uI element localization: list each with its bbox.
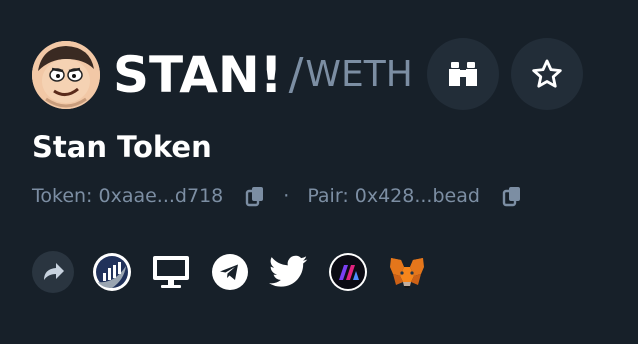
share-icon: [32, 251, 74, 293]
telegram-icon: [212, 254, 248, 290]
copy-icon: [502, 187, 520, 207]
token-address: Token: 0xaae...d718: [32, 185, 224, 207]
website-icon: [153, 256, 189, 288]
binoculars-icon: [449, 62, 477, 86]
address-separator: ·: [283, 185, 290, 207]
pair-title: STAN! / WETH: [113, 40, 413, 110]
metamask-icon: [390, 258, 424, 288]
star-icon: [532, 59, 562, 88]
quote-symbol: WETH: [305, 54, 413, 95]
twitter-icon: [269, 255, 308, 287]
telegram-link[interactable]: [209, 251, 251, 293]
token-logo-image: [32, 41, 100, 109]
address-row: Token: 0xaae...d718 · Pair: 0x428...bead: [32, 183, 524, 209]
token-name: Stan Token: [32, 130, 212, 164]
dextools-icon: [329, 253, 367, 291]
pair-separator: /: [288, 49, 304, 100]
etherscan-link[interactable]: [91, 251, 133, 293]
token-symbol: STAN!: [113, 46, 283, 104]
etherscan-icon: [93, 253, 131, 291]
copy-token-address-button[interactable]: [243, 184, 267, 208]
twitter-link[interactable]: [268, 251, 310, 293]
pair-address: Pair: 0x428...bead: [307, 185, 480, 207]
metamask-button[interactable]: [386, 251, 428, 293]
watch-button[interactable]: [427, 38, 499, 110]
token-avatar: [32, 41, 100, 109]
copy-icon: [246, 187, 264, 207]
website-link[interactable]: [150, 251, 192, 293]
share-button[interactable]: [32, 251, 74, 293]
favorite-button[interactable]: [511, 38, 583, 110]
copy-pair-address-button[interactable]: [500, 184, 524, 208]
dextools-link[interactable]: [327, 251, 369, 293]
